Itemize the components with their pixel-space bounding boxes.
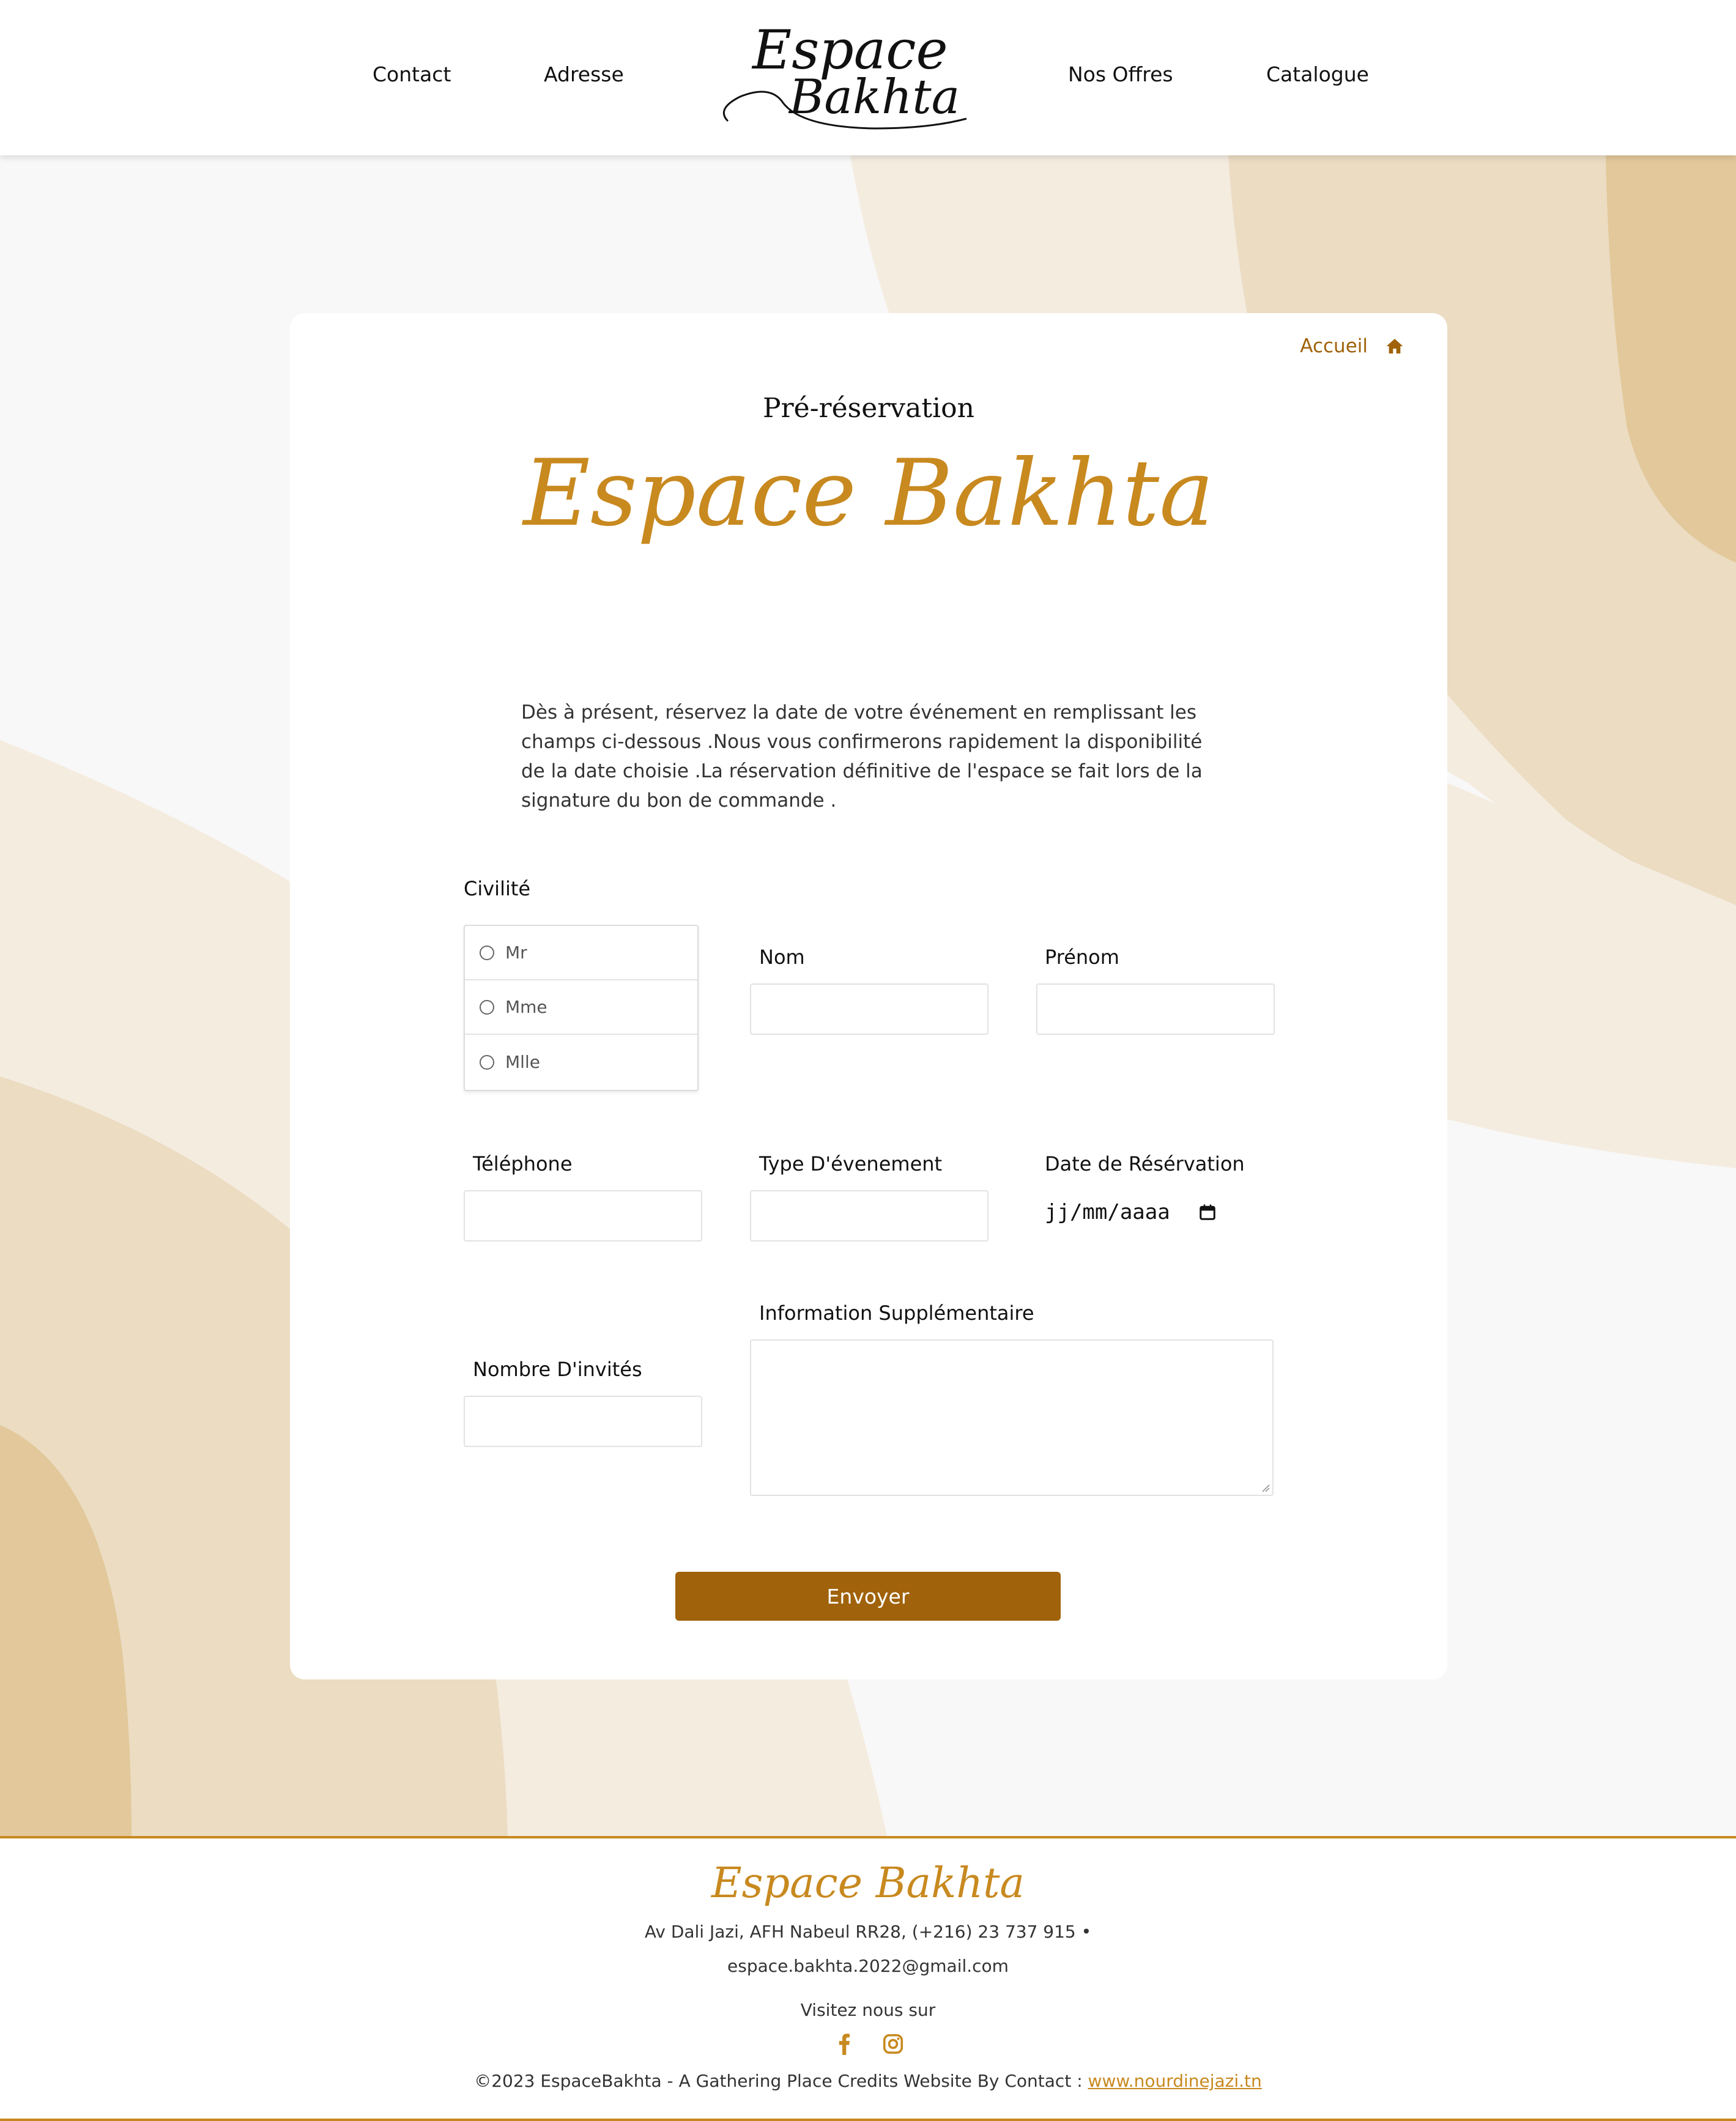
nom-input[interactable]: [750, 983, 989, 1035]
radio-option-mr[interactable]: Mr: [465, 926, 697, 980]
radio-button[interactable]: [480, 945, 494, 960]
info-textarea[interactable]: [750, 1339, 1274, 1496]
home-icon[interactable]: [1385, 336, 1404, 356]
breadcrumb-accueil[interactable]: Accueil: [1300, 335, 1368, 357]
invites-input[interactable]: [464, 1396, 702, 1447]
footer-credits: ©2023 EspaceBakhta - A Gathering Place C…: [0, 2071, 1736, 2091]
radio-option-mme[interactable]: Mme: [465, 980, 697, 1035]
footer-address: Av Dali Jazi, AFH Nabeul RR28, (+216) 23…: [644, 1922, 1092, 1942]
radio-label: Mr: [505, 942, 527, 963]
telephone-label: Téléphone: [473, 1152, 573, 1175]
civilite-radio-group: Mr Mme Mlle: [464, 925, 699, 1091]
radio-button[interactable]: [480, 1054, 494, 1070]
reservation-card: Accueil Pré-réservation Espace Bakhta Dè…: [290, 313, 1447, 1679]
footer-visit: Visitez nous sur: [800, 2000, 936, 2020]
prenom-input[interactable]: [1036, 983, 1275, 1035]
credits-text: ©2023 EspaceBakhta - A Gathering Place C…: [474, 2071, 1088, 2091]
page-title: Espace Bakhta: [523, 440, 1214, 547]
footer-bottom-border: [0, 2119, 1736, 2121]
radio-label: Mlle: [505, 1052, 540, 1072]
intro-text: Dès à présent, réservez la date de votre…: [521, 701, 1203, 812]
date-input[interactable]: jj/mm/aaaa: [1045, 1194, 1228, 1231]
radio-button[interactable]: [480, 999, 494, 1015]
site-logo[interactable]: Espace Bakhta: [716, 23, 973, 133]
telephone-input[interactable]: [464, 1190, 702, 1242]
instagram-icon[interactable]: [882, 2033, 904, 2055]
page-subtitle: Pré-réservation: [763, 393, 974, 424]
invites-label: Nombre D'invités: [473, 1358, 642, 1381]
nav-adresse[interactable]: Adresse: [544, 62, 624, 86]
site-header: Contact Adresse Espace Bakhta Nos Offres…: [0, 0, 1736, 155]
radio-label: Mme: [505, 997, 547, 1017]
breadcrumb[interactable]: Accueil: [1300, 335, 1404, 357]
date-label: Date de Résérvation: [1045, 1152, 1245, 1175]
nav-contact[interactable]: Contact: [373, 62, 451, 86]
logo-swash: [722, 91, 967, 130]
resize-grip-icon[interactable]: [1261, 1484, 1270, 1492]
info-label: Information Supplémentaire: [759, 1301, 1034, 1325]
civilite-label: Civilité: [464, 877, 531, 900]
date-placeholder: jj/mm/aaaa: [1045, 1200, 1170, 1224]
site-footer: Espace Bakhta Av Dali Jazi, AFH Nabeul R…: [0, 1836, 1736, 2121]
calendar-icon[interactable]: [1198, 1203, 1217, 1221]
submit-button[interactable]: Envoyer: [675, 1572, 1061, 1621]
type-evenement-input[interactable]: [750, 1190, 989, 1242]
footer-email: espace.bakhta.2022@gmail.com: [727, 1956, 1009, 1976]
prenom-label: Prénom: [1045, 946, 1119, 969]
facebook-icon[interactable]: [833, 2033, 855, 2055]
nav-nos-offres[interactable]: Nos Offres: [1068, 62, 1173, 86]
credits-link[interactable]: www.nourdinejazi.tn: [1088, 2071, 1262, 2091]
footer-title: Espace Bakhta: [711, 1859, 1025, 1908]
radio-option-mlle[interactable]: Mlle: [465, 1035, 697, 1089]
type-evenement-label: Type D'évenement: [759, 1152, 943, 1175]
nav-catalogue[interactable]: Catalogue: [1266, 62, 1369, 86]
nom-label: Nom: [759, 946, 805, 969]
